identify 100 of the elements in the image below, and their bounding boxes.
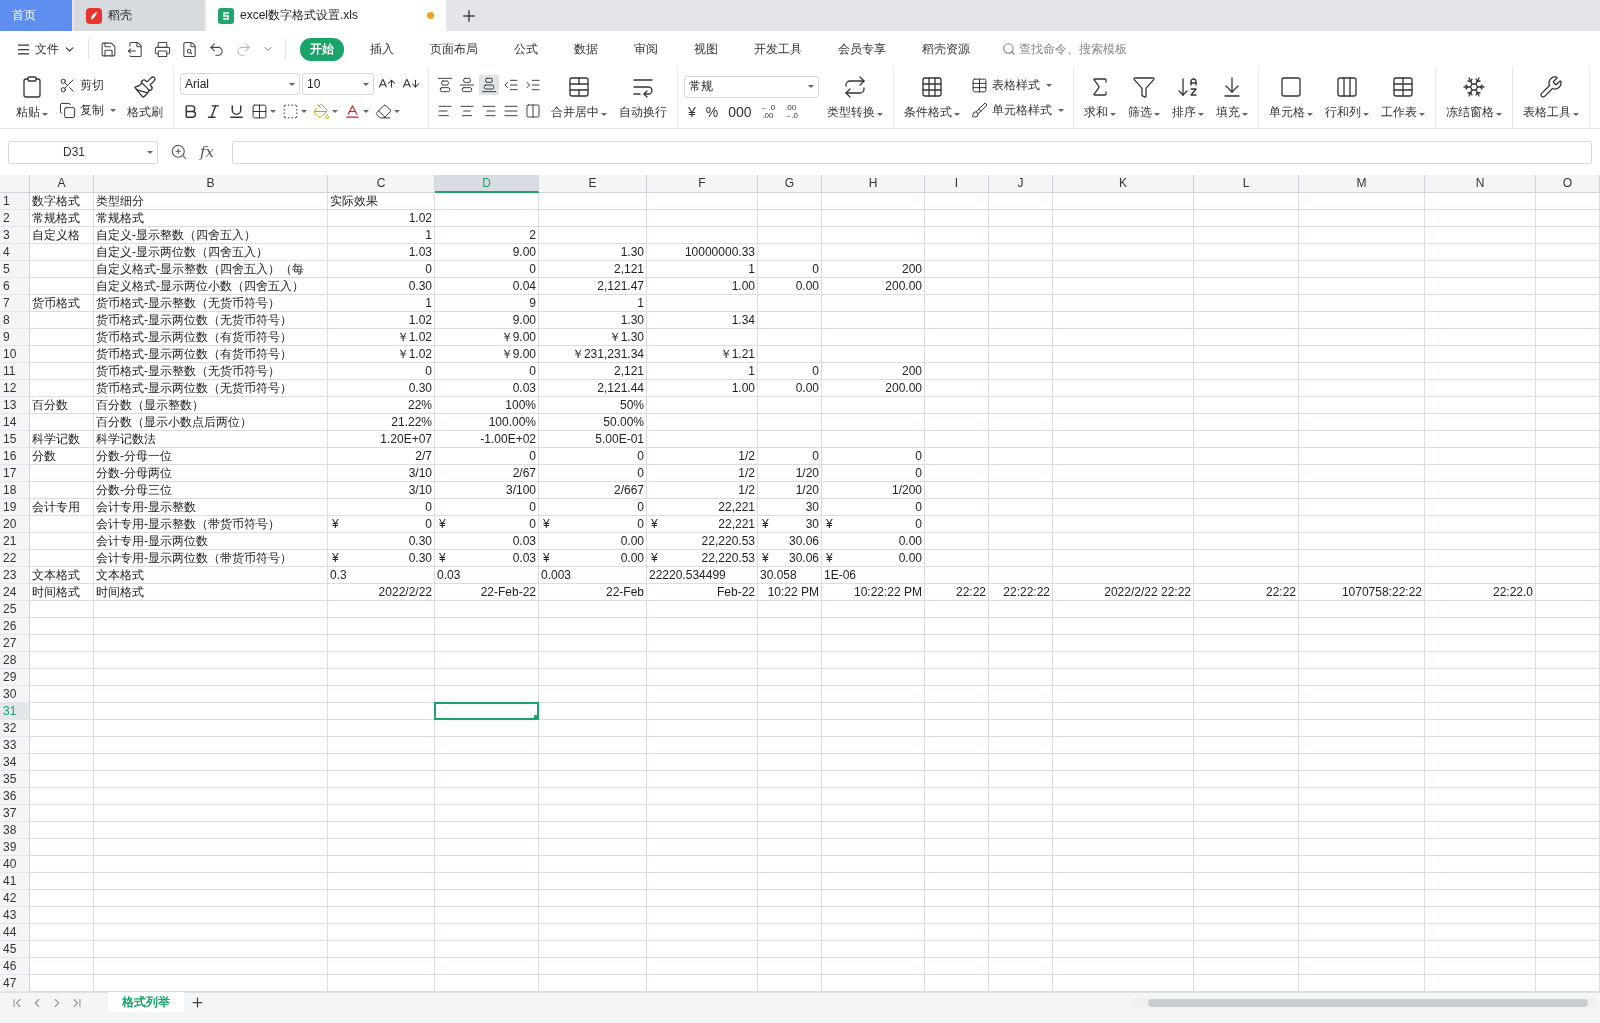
- row-header[interactable]: 45: [0, 941, 30, 958]
- row-header[interactable]: 12: [0, 380, 30, 397]
- ribbon-button[interactable]: 单元格: [1265, 72, 1317, 123]
- window-tab[interactable]: 稻壳: [74, 0, 204, 31]
- italic-icon[interactable]: [205, 103, 222, 120]
- undo-icon[interactable]: [208, 40, 225, 58]
- export-icon[interactable]: [127, 40, 144, 58]
- row-header[interactable]: 19: [0, 499, 30, 516]
- add-sheet-icon[interactable]: [190, 995, 205, 1010]
- ribbon-tab[interactable]: 稻壳资源: [912, 37, 980, 61]
- row-header[interactable]: 8: [0, 312, 30, 329]
- row-header[interactable]: 35: [0, 771, 30, 788]
- row-header[interactable]: 29: [0, 669, 30, 686]
- row-header[interactable]: 9: [0, 329, 30, 346]
- decimal-button[interactable]: .00 →.0: [780, 103, 801, 120]
- ribbon-tab[interactable]: 会员专享: [828, 37, 896, 61]
- column-header[interactable]: J: [989, 175, 1053, 193]
- ribbon-button[interactable]: 剪切: [56, 75, 119, 95]
- row-header[interactable]: 20: [0, 516, 30, 533]
- ribbon-button[interactable]: 类型转换: [823, 72, 887, 123]
- ribbon-tab[interactable]: 公式: [504, 37, 548, 61]
- number-format-select[interactable]: 常规: [684, 75, 819, 98]
- font-size-select[interactable]: 10: [302, 73, 374, 95]
- font-name-select[interactable]: Arial: [180, 73, 300, 95]
- row-header[interactable]: 40: [0, 856, 30, 873]
- ribbon-tab[interactable]: 视图: [684, 37, 728, 61]
- column-header[interactable]: O: [1536, 175, 1600, 193]
- row-header[interactable]: 41: [0, 873, 30, 890]
- align-top-icon[interactable]: [437, 76, 453, 93]
- row-header[interactable]: 26: [0, 618, 30, 635]
- ribbon-button[interactable]: 冻结窗格: [1442, 72, 1506, 123]
- ribbon-tab[interactable]: 页面布局: [420, 37, 488, 61]
- row-header[interactable]: 16: [0, 448, 30, 465]
- row-header[interactable]: 25: [0, 601, 30, 618]
- row-header[interactable]: 44: [0, 924, 30, 941]
- row-header[interactable]: 37: [0, 805, 30, 822]
- ribbon-button[interactable]: 单元格样式: [968, 100, 1067, 120]
- row-header[interactable]: 47: [0, 975, 30, 992]
- preview-icon[interactable]: [181, 40, 198, 58]
- ribbon-button[interactable]: 求和: [1080, 72, 1120, 123]
- column-header[interactable]: L: [1194, 175, 1299, 193]
- fill-color-icon[interactable]: [313, 103, 330, 120]
- row-header[interactable]: 33: [0, 737, 30, 754]
- row-header[interactable]: 6: [0, 278, 30, 295]
- column-header[interactable]: A: [30, 175, 94, 193]
- row-header[interactable]: 36: [0, 788, 30, 805]
- column-header[interactable]: H: [822, 175, 925, 193]
- row-header[interactable]: 34: [0, 754, 30, 771]
- row-header[interactable]: 38: [0, 822, 30, 839]
- ribbon-button[interactable]: 合并居中: [547, 72, 611, 123]
- ribbon-button[interactable]: 筛选: [1124, 72, 1164, 123]
- row-header[interactable]: 10: [0, 346, 30, 363]
- cell-cursor[interactable]: [434, 702, 539, 720]
- row-header[interactable]: 22: [0, 550, 30, 567]
- decimal-button[interactable]: ←.0 .00: [757, 103, 779, 120]
- row-header[interactable]: 2: [0, 210, 30, 227]
- number-format-button[interactable]: %: [701, 103, 723, 120]
- align-bottom-icon[interactable]: [481, 76, 497, 93]
- row-header[interactable]: 5: [0, 261, 30, 278]
- row-header[interactable]: 15: [0, 431, 30, 448]
- align-middle-icon[interactable]: [459, 76, 475, 93]
- row-header[interactable]: 14: [0, 414, 30, 431]
- ribbon-button[interactable]: 条件格式: [900, 72, 964, 123]
- column-header[interactable]: M: [1299, 175, 1425, 193]
- ribbon-button[interactable]: 格式刷: [123, 72, 167, 123]
- row-header[interactable]: 42: [0, 890, 30, 907]
- column-header[interactable]: C: [328, 175, 435, 193]
- ribbon-button[interactable]: 表格样式: [968, 75, 1067, 95]
- row-header[interactable]: 7: [0, 295, 30, 312]
- print-icon[interactable]: [154, 40, 171, 58]
- ribbon-button[interactable]: 表格工具: [1519, 72, 1583, 123]
- column-header[interactable]: N: [1425, 175, 1536, 193]
- name-box[interactable]: D31: [8, 140, 158, 164]
- distribute-icon[interactable]: [525, 102, 541, 119]
- row-header[interactable]: 43: [0, 907, 30, 924]
- ribbon-button[interactable]: 排序: [1168, 72, 1208, 123]
- row-header[interactable]: 32: [0, 720, 30, 737]
- number-format-button[interactable]: ¥: [684, 103, 700, 120]
- row-header[interactable]: 4: [0, 244, 30, 261]
- row-header[interactable]: 30: [0, 686, 30, 703]
- row-header[interactable]: 21: [0, 533, 30, 550]
- row-header[interactable]: 46: [0, 958, 30, 975]
- window-tab[interactable]: excel数字格式设置.xls: [206, 0, 446, 31]
- row-header[interactable]: 39: [0, 839, 30, 856]
- number-format-button[interactable]: 000: [724, 103, 756, 120]
- row-header[interactable]: 13: [0, 397, 30, 414]
- row-header[interactable]: 24: [0, 584, 30, 601]
- eraser-icon[interactable]: [375, 103, 392, 120]
- row-header[interactable]: 27: [0, 635, 30, 652]
- ribbon-tab[interactable]: 审阅: [624, 37, 668, 61]
- borders-icon[interactable]: [251, 103, 268, 120]
- column-header[interactable]: B: [94, 175, 328, 193]
- horizontal-scrollbar[interactable]: [1130, 997, 1600, 1008]
- file-menu[interactable]: 文件: [12, 38, 80, 60]
- row-header[interactable]: 11: [0, 363, 30, 380]
- ribbon-button[interactable]: 粘贴: [12, 72, 52, 123]
- row-header[interactable]: 3: [0, 227, 30, 244]
- ribbon-tab[interactable]: 插入: [360, 37, 404, 61]
- cell-style-icon[interactable]: [282, 103, 299, 120]
- column-header[interactable]: F: [647, 175, 758, 193]
